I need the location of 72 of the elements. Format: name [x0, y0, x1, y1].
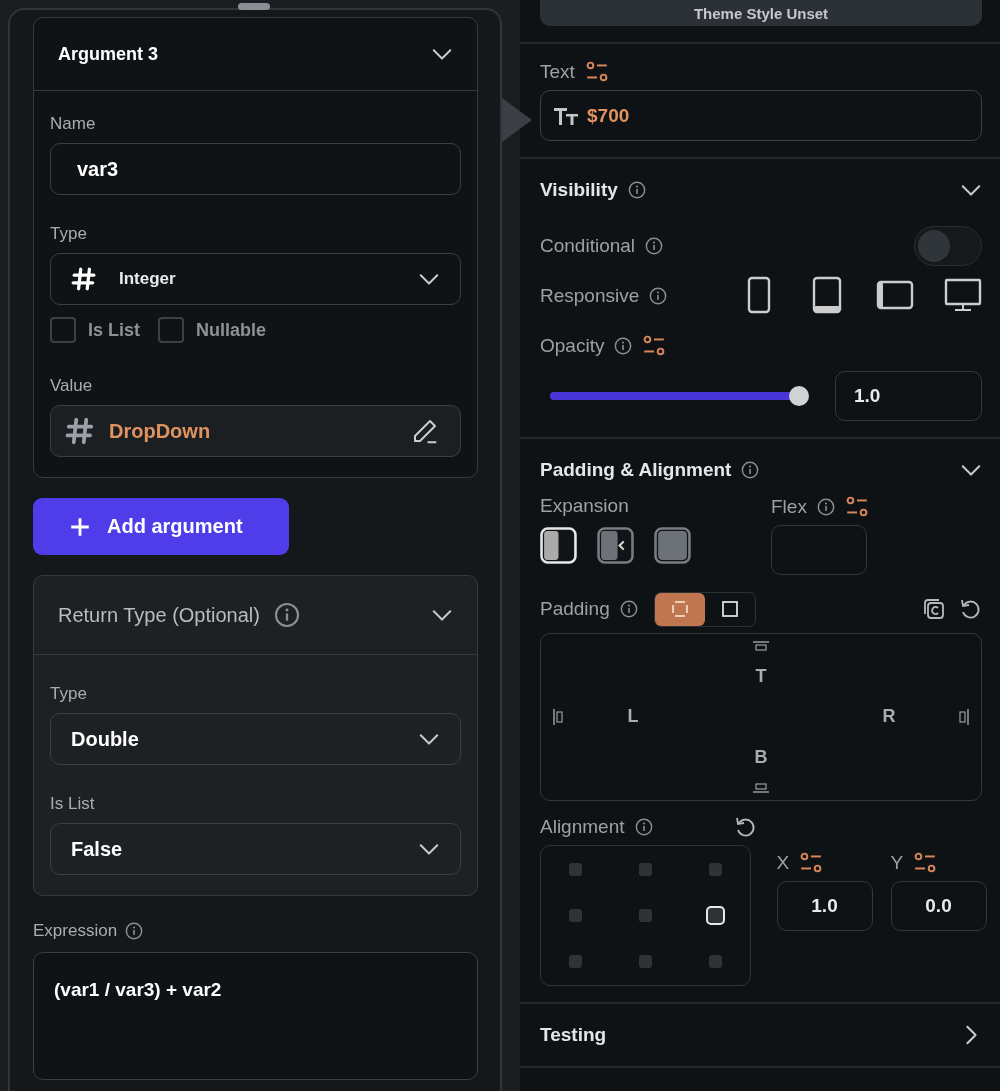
plus-icon: [69, 515, 91, 538]
field-label: Conditional: [540, 235, 636, 257]
flex-field[interactable]: [771, 525, 867, 575]
info-icon: [627, 181, 646, 199]
field-label: X: [776, 852, 790, 874]
card-title: Return Type (Optional): [58, 603, 260, 627]
info-icon: [619, 600, 638, 618]
info-icon: [816, 498, 835, 516]
x-field[interactable]: 1.0: [776, 881, 873, 931]
side-label: T: [754, 664, 768, 688]
text-size-icon: [553, 105, 579, 126]
name-field[interactable]: var3: [50, 143, 461, 195]
padding-mode-button[interactable]: [654, 592, 705, 626]
field-label: Expression: [33, 921, 118, 941]
left-padding-handle[interactable]: [552, 707, 564, 727]
top-padding-handle[interactable]: [751, 640, 771, 652]
field-label: Y: [890, 852, 904, 874]
alignment-point[interactable]: [705, 906, 725, 925]
field-label: Expansion: [540, 495, 630, 517]
add-argument-button[interactable]: Add argument: [33, 498, 289, 555]
variable-icon[interactable]: [584, 60, 609, 84]
field-label: Type: [50, 683, 88, 705]
field-label: Padding: [540, 598, 610, 620]
bottom-padding-handle[interactable]: [751, 782, 771, 794]
field-label: Responsive: [540, 285, 640, 307]
toggle-switch[interactable]: [914, 226, 982, 266]
text-field[interactable]: $700: [540, 90, 982, 141]
field-label: Flex: [771, 496, 807, 518]
theme-style-button[interactable]: Theme Style Unset: [540, 0, 982, 26]
info-icon: [125, 922, 144, 940]
variable-icon[interactable]: [913, 851, 938, 875]
field-label: Alignment: [540, 816, 625, 838]
field-label: Type: [50, 223, 88, 245]
dropdown[interactable]: Double: [50, 713, 461, 765]
info-icon: [649, 287, 668, 305]
variable-icon[interactable]: [799, 851, 824, 875]
info-icon: [645, 237, 664, 255]
field-label: Name: [50, 113, 97, 135]
checkbox[interactable]: Is List: [50, 317, 140, 343]
hash-icon: [71, 266, 97, 292]
field-label: Value: [50, 375, 94, 397]
right-padding-handle[interactable]: [958, 707, 970, 727]
side-label: L: [626, 705, 640, 729]
side-label: B: [753, 746, 769, 770]
drag-handle[interactable]: [238, 3, 270, 10]
side-label: R: [881, 705, 897, 729]
checkbox[interactable]: Nullable: [158, 317, 267, 343]
type-dropdown[interactable]: Integer: [50, 253, 461, 305]
info-icon: [634, 818, 653, 836]
field-label: Opacity: [540, 335, 605, 357]
copy-icon[interactable]: [922, 597, 946, 621]
section-title: Padding & Alignment: [540, 459, 732, 481]
y-field[interactable]: 0.0: [890, 881, 987, 931]
info-icon: [273, 602, 300, 628]
slider-thumb[interactable]: [789, 386, 809, 406]
square-icon: [719, 599, 740, 619]
section-title: Visibility: [540, 179, 618, 201]
dropdown[interactable]: False: [50, 823, 461, 875]
card-title: Argument 3: [58, 43, 158, 65]
field-label: Is List: [50, 793, 96, 815]
hash-icon: [65, 416, 95, 446]
variable-icon[interactable]: [642, 334, 667, 358]
info-icon: [614, 337, 633, 355]
section-title: Testing: [540, 1024, 607, 1046]
field-label: Text: [540, 61, 575, 83]
expression-field[interactable]: (var1 / var3) + var2: [33, 952, 478, 1080]
info-icon: [741, 461, 760, 479]
variable-icon[interactable]: [844, 495, 869, 519]
padding-sides-icon: [669, 599, 690, 619]
reset-icon[interactable]: [958, 597, 982, 621]
opacity-field[interactable]: 1.0: [835, 371, 982, 421]
value-field[interactable]: DropDown: [50, 405, 461, 457]
